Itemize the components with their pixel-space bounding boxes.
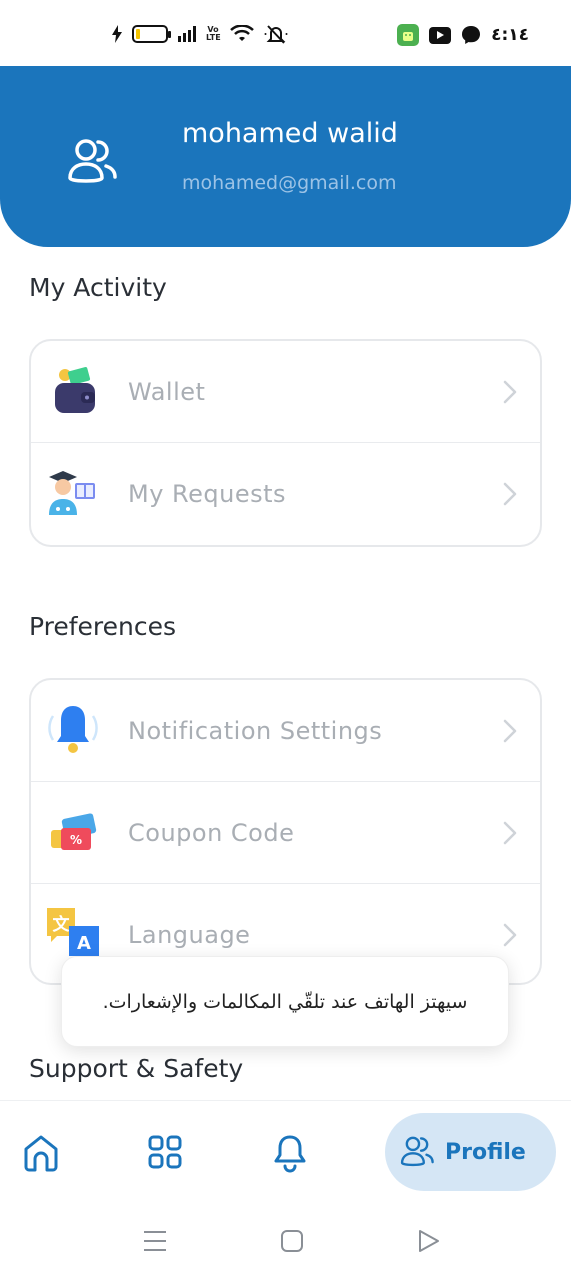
bottom-nav: Profile	[0, 1100, 571, 1204]
wallet-icon	[55, 367, 95, 413]
status-bar: Vo LTE ٤:١٤	[0, 0, 571, 66]
profile-header: mohamed walid mohamed@gmail.com	[0, 66, 571, 247]
chevron-right-icon	[503, 923, 517, 947]
menu-label-language: Language	[128, 921, 251, 949]
user-name: mohamed walid	[182, 118, 398, 149]
student-requests-icon	[49, 471, 95, 515]
home-icon[interactable]	[22, 1133, 60, 1173]
youtube-icon	[429, 26, 452, 44]
user-email: mohamed@gmail.com	[182, 172, 397, 194]
messenger-icon	[462, 26, 481, 44]
menu-item-my-requests[interactable]: My Requests	[31, 443, 540, 545]
profile-icon	[400, 1136, 434, 1167]
chevron-right-icon	[503, 482, 517, 506]
coupon-icon: %	[51, 813, 97, 850]
menu-label-wallet: Wallet	[128, 377, 206, 406]
section-title-activity: My Activity	[29, 273, 167, 302]
section-title-support: Support & Safety	[29, 1054, 244, 1083]
signal-icon	[178, 26, 196, 42]
volte-icon: Vo LTE	[206, 25, 221, 42]
status-icons-right: ٤:١٤	[397, 24, 529, 46]
svg-text:A: A	[77, 933, 91, 954]
bell-icon[interactable]	[271, 1133, 309, 1173]
activity-card: Wallet My Requests	[29, 339, 542, 547]
menu-item-wallet[interactable]: Wallet	[31, 341, 540, 443]
menu-item-notification-settings[interactable]: Notification Settings	[31, 680, 540, 782]
charging-icon	[112, 25, 122, 43]
recent-apps-icon[interactable]	[142, 1228, 168, 1254]
grid-icon[interactable]	[146, 1133, 184, 1173]
preferences-card: Notification Settings % Coupon Code 文 A …	[29, 678, 542, 985]
translate-icon: 文 A	[47, 908, 99, 962]
menu-label-my-requests: My Requests	[128, 480, 287, 508]
chevron-right-icon	[503, 821, 517, 845]
toast-notification: سيهتز الهاتف عند تلقّي المكالمات والإشعا…	[61, 956, 509, 1047]
chevron-right-icon	[503, 719, 517, 743]
battery-icon	[132, 25, 171, 43]
menu-item-coupon-code[interactable]: % Coupon Code	[31, 782, 540, 884]
svg-text:文: 文	[53, 914, 71, 935]
nav-profile-label: Profile	[445, 1139, 526, 1165]
nav-profile-button[interactable]: Profile	[385, 1113, 556, 1191]
android-app-icon	[397, 24, 420, 46]
wifi-icon	[230, 25, 254, 41]
home-button-icon[interactable]	[279, 1228, 305, 1254]
back-triangle-icon[interactable]	[415, 1228, 441, 1254]
section-title-preferences: Preferences	[29, 612, 177, 641]
menu-label-coupon-code: Coupon Code	[128, 818, 295, 847]
menu-label-notification-settings: Notification Settings	[128, 716, 383, 745]
users-icon	[68, 139, 117, 183]
system-nav-bar	[0, 1204, 571, 1280]
toast-message: سيهتز الهاتف عند تلقّي المكالمات والإشعا…	[102, 990, 468, 1013]
chevron-right-icon	[503, 380, 517, 404]
mute-icon	[264, 25, 288, 44]
clock: ٤:١٤	[491, 25, 529, 45]
svg-text:%: %	[70, 833, 82, 847]
status-icons-left: Vo LTE	[112, 24, 288, 44]
bell-icon	[48, 706, 98, 753]
